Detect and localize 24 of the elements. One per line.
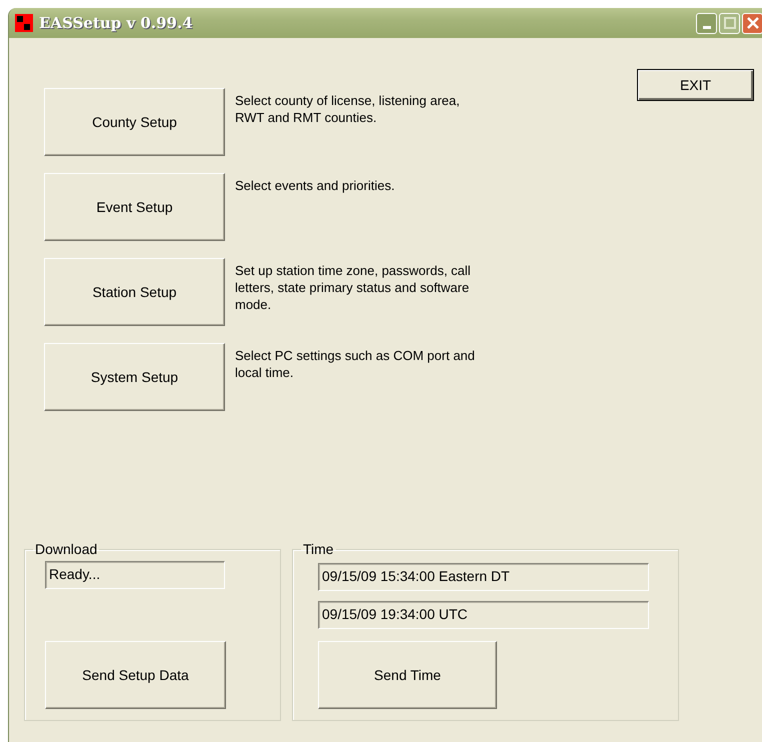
setup-description: Set up station time zone, passwords, call letters, state primary status and software mode. bbox=[235, 262, 472, 313]
group-title: Time bbox=[302, 541, 335, 557]
setup-description: Select events and priorities. bbox=[235, 177, 396, 194]
setup-description: Select PC settings such as COM port and local time. bbox=[235, 347, 476, 381]
setup-button[interactable]: Station Setup bbox=[44, 258, 225, 326]
minimize-button[interactable] bbox=[696, 12, 717, 34]
maximize-button[interactable] bbox=[719, 12, 740, 34]
close-icon bbox=[746, 17, 758, 29]
exit-button[interactable]: EXIT bbox=[637, 69, 754, 101]
setup-button[interactable]: System Setup bbox=[44, 343, 225, 411]
send-setup-data-button[interactable]: Send Setup Data bbox=[45, 641, 226, 709]
minimize-icon bbox=[702, 26, 710, 28]
setup-description: Select county of license, listening area, RWT and RMT counties. bbox=[235, 92, 461, 126]
window-title: EASSetup v 0.99.4 bbox=[39, 14, 193, 32]
app-logo-icon bbox=[15, 14, 33, 32]
setup-button[interactable]: County Setup bbox=[44, 88, 225, 156]
group-title: Download bbox=[34, 541, 98, 557]
status-field: Ready... bbox=[45, 561, 225, 589]
time-field: 09/15/09 19:34:00 UTC bbox=[318, 601, 649, 629]
setup-button[interactable]: Event Setup bbox=[44, 173, 225, 241]
close-button[interactable] bbox=[742, 12, 762, 34]
maximize-icon bbox=[724, 17, 736, 29]
send-time-button[interactable]: Send Time bbox=[318, 641, 497, 709]
time-field: 09/15/09 15:34:00 Eastern DT bbox=[318, 563, 649, 591]
